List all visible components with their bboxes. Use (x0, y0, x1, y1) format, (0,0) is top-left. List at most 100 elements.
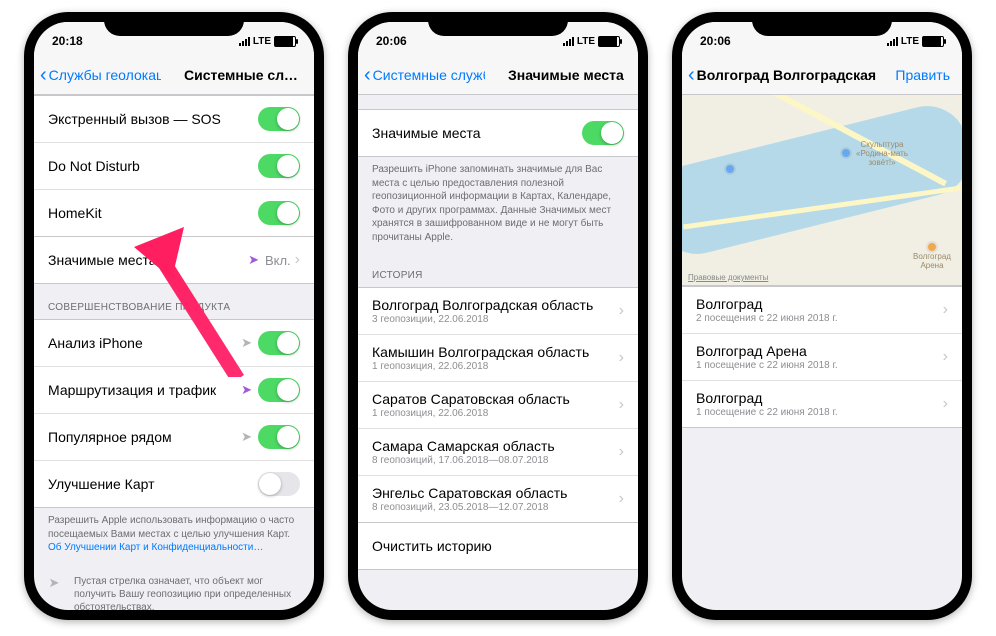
signal-icon (563, 36, 574, 46)
row-place[interactable]: Волгоград 2 посещения с 22 июня 2018 г. … (682, 287, 962, 334)
cell-label: Улучшение Карт (48, 476, 258, 492)
switch[interactable] (258, 378, 300, 402)
chevron-right-icon: › (619, 490, 624, 508)
chevron-right-icon: › (619, 349, 624, 367)
back-button[interactable]: ‹ Волгоград Волгоградская о… (688, 65, 876, 85)
row-significant-toggle[interactable]: Значимые места (358, 110, 638, 156)
switch[interactable] (258, 201, 300, 225)
spacer (358, 95, 638, 109)
map-pin-orange[interactable] (928, 243, 936, 251)
cell-label: Значимые места (48, 252, 248, 268)
cell-label: Очистить историю (372, 538, 624, 554)
status-right: LTE (563, 36, 620, 47)
switch[interactable] (258, 472, 300, 496)
battery-icon (274, 36, 296, 47)
chevron-left-icon: ‹ (364, 65, 371, 85)
status-time: 20:18 (52, 34, 83, 48)
row-history[interactable]: Камышин Волгоградская область 1 геопозиц… (358, 335, 638, 382)
cell-col: Волгоград 2 посещения с 22 июня 2018 г. (696, 292, 943, 328)
back-button[interactable]: ‹ Службы геолокации (40, 65, 161, 85)
status-right: LTE (887, 36, 944, 47)
phone-3: 20:06 LTE ‹ Волгоград Волгоградская о… П… (672, 12, 972, 620)
location-arrow-icon: ➤ (241, 335, 252, 351)
chevron-right-icon: › (295, 251, 300, 269)
signal-icon (239, 36, 250, 46)
cell-title: Волгоград Волгоградская область (372, 297, 619, 313)
network-label: LTE (901, 36, 919, 47)
cell-title: Волгоград Арена (696, 343, 943, 359)
map-pin-blue[interactable] (842, 149, 850, 157)
row-place[interactable]: Волгоград Арена 1 посещение с 22 июня 20… (682, 334, 962, 381)
row-toggle[interactable]: Улучшение Карт (34, 461, 314, 507)
location-arrow-icon: ➤ (48, 575, 60, 611)
nav-bar: ‹ Службы геолокации Системные службы (34, 56, 314, 95)
row-toggle[interactable]: Экстренный вызов — SOS (34, 96, 314, 143)
chevron-right-icon: › (619, 443, 624, 461)
cell-label: Do Not Disturb (48, 158, 258, 174)
row-toggle[interactable]: Популярное рядом ➤ (34, 414, 314, 461)
cell-sub: 1 посещение с 22 июня 2018 г. (696, 407, 943, 418)
row-history[interactable]: Саратов Саратовская область 1 геопозиция… (358, 382, 638, 429)
legend: ➤ Пустая стрелка означает, что объект мо… (34, 563, 314, 611)
row-toggle[interactable]: Анализ iPhone ➤ (34, 320, 314, 367)
legend-row: ➤ Пустая стрелка означает, что объект мо… (48, 571, 300, 611)
cell-col: Камышин Волгоградская область 1 геопозиц… (372, 340, 619, 376)
chevron-right-icon: › (943, 348, 948, 366)
phone-2: 20:06 LTE ‹ Системные службы Значимые ме… (348, 12, 648, 620)
back-button[interactable]: ‹ Системные службы (364, 65, 485, 85)
group-significant: Значимые места ➤ Вкл. › (34, 236, 314, 284)
back-label: Службы геолокации (49, 67, 161, 83)
chevron-right-icon: › (943, 301, 948, 319)
content[interactable]: Скульптура «Родина-мать зовёт!» Волгогра… (682, 95, 962, 610)
battery-icon (922, 36, 944, 47)
cell-label: Анализ iPhone (48, 335, 241, 351)
map[interactable]: Скульптура «Родина-мать зовёт!» Волгогра… (682, 95, 962, 286)
group-clear: Очистить историю (358, 522, 638, 570)
content[interactable]: Экстренный вызов — SOS Do Not Disturb Ho… (34, 95, 314, 610)
switch[interactable] (258, 331, 300, 355)
back-label: Волгоград Волгоградская о… (697, 67, 876, 83)
status-right: LTE (239, 36, 296, 47)
row-history[interactable]: Волгоград Волгоградская область 3 геопоз… (358, 288, 638, 335)
row-place[interactable]: Волгоград 1 посещение с 22 июня 2018 г. … (682, 381, 962, 427)
cell-title: Волгоград (696, 296, 943, 312)
row-clear-history[interactable]: Очистить историю (358, 523, 638, 569)
cell-title: Камышин Волгоградская область (372, 344, 619, 360)
map-pin-blue[interactable] (726, 165, 734, 173)
group-system-toggles: Экстренный вызов — SOS Do Not Disturb Ho… (34, 95, 314, 237)
map-legal-link[interactable]: Правовые документы (688, 273, 768, 282)
row-history[interactable]: Энгельс Саратовская область 8 геопозиций… (358, 476, 638, 522)
row-toggle[interactable]: HomeKit (34, 190, 314, 236)
cell-sub: 8 геопозиций, 17.06.2018—08.07.2018 (372, 455, 619, 466)
footer-text: Разрешить iPhone запоминать значимые для… (358, 157, 638, 252)
network-label: LTE (253, 36, 271, 47)
nav-bar: ‹ Системные службы Значимые места (358, 56, 638, 95)
content[interactable]: Значимые места Разрешить iPhone запомина… (358, 95, 638, 610)
section-footer: Разрешить Apple использовать информацию … (34, 508, 314, 563)
section-header: СОВЕРШЕНСТВОВАНИЕ ПРОДУКТА (34, 284, 314, 319)
edit-button[interactable]: Править (895, 67, 956, 83)
chevron-right-icon: › (943, 395, 948, 413)
signal-icon (887, 36, 898, 46)
row-history[interactable]: Самара Самарская область 8 геопозиций, 1… (358, 429, 638, 476)
status-time: 20:06 (376, 34, 407, 48)
switch[interactable] (258, 425, 300, 449)
chevron-right-icon: › (619, 396, 624, 414)
cell-title: Самара Самарская область (372, 438, 619, 454)
section-header: ИСТОРИЯ (358, 252, 638, 287)
cell-sub: 1 посещение с 22 июня 2018 г. (696, 360, 943, 371)
switch[interactable] (258, 154, 300, 178)
switch[interactable] (582, 121, 624, 145)
footer-link[interactable]: Об Улучшении Карт и Конфиденциальности… (48, 542, 263, 553)
row-toggle[interactable]: Маршрутизация и трафик ➤ (34, 367, 314, 414)
cell-sub: 1 геопозиция, 22.06.2018 (372, 361, 619, 372)
screen: 20:18 LTE ‹ Службы геолокации Системные … (34, 22, 314, 610)
chevron-left-icon: ‹ (688, 65, 695, 85)
phone-1: 20:18 LTE ‹ Службы геолокации Системные … (24, 12, 324, 620)
row-toggle[interactable]: Do Not Disturb (34, 143, 314, 190)
row-significant-places[interactable]: Значимые места ➤ Вкл. › (34, 237, 314, 283)
switch[interactable] (258, 107, 300, 131)
legend-text: Пустая стрелка означает, что объект мог … (74, 575, 300, 611)
map-poi-label: Волгоград Арена (902, 253, 962, 271)
group-places: Волгоград 2 посещения с 22 июня 2018 г. … (682, 286, 962, 428)
